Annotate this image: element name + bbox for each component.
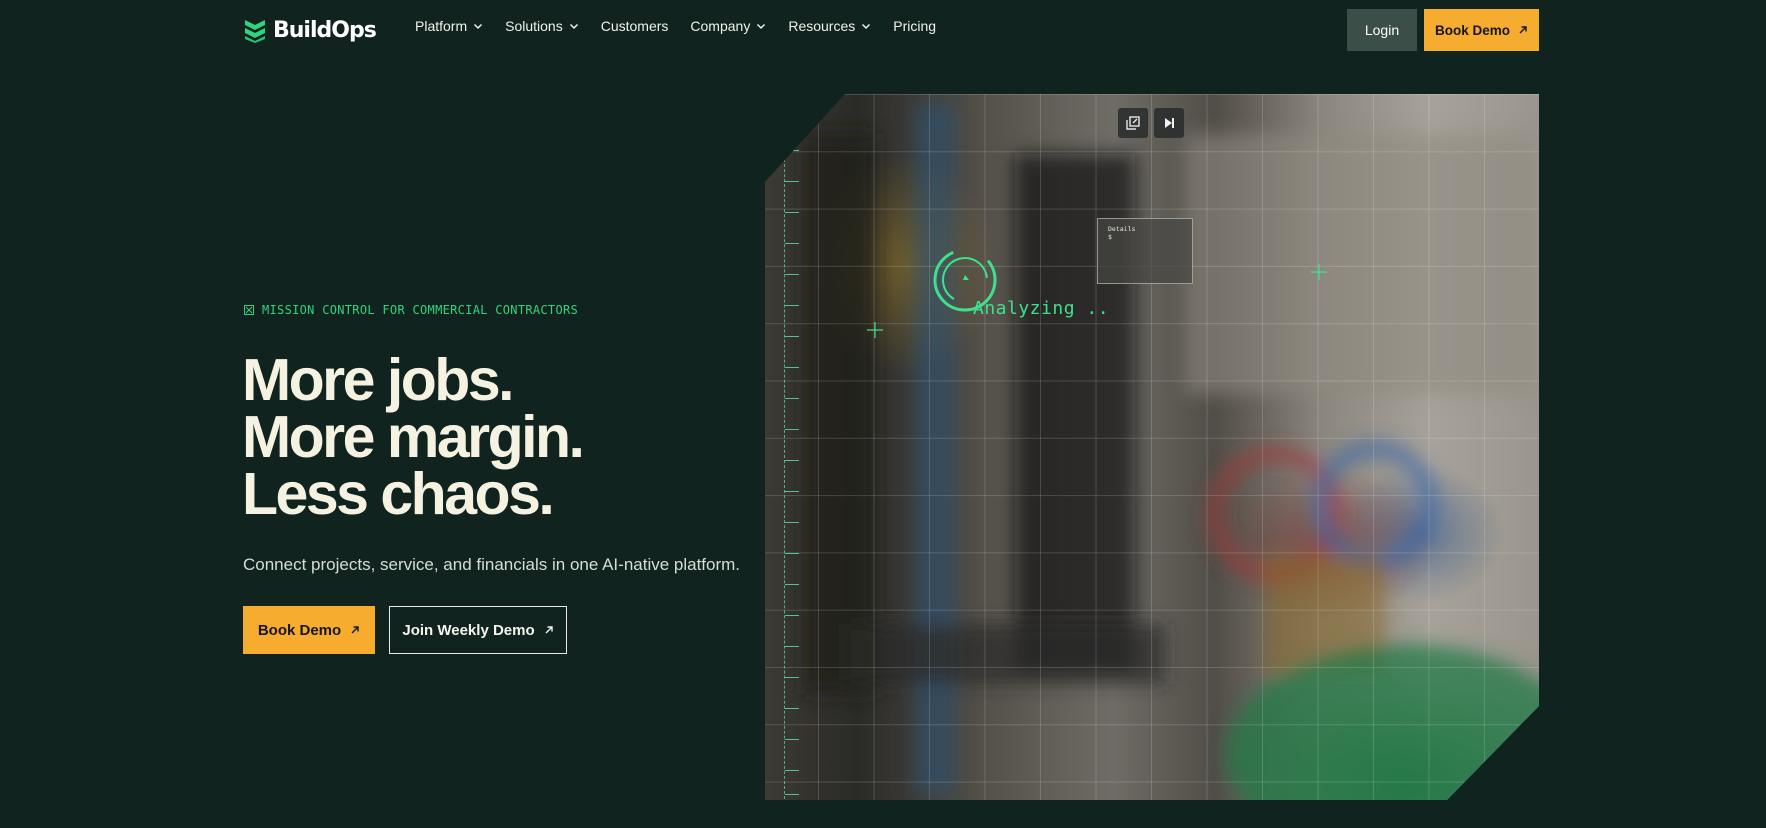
nav-item-label: Resources [788,18,856,34]
headline-line-2: More margin. [242,404,585,470]
hero-headline: More jobs. More margin. Less chaos. [242,347,585,527]
buildops-logo-icon [245,20,265,43]
login-button[interactable]: Login [1347,9,1417,51]
arrow-up-right-icon [351,626,359,634]
details-title: Details [1108,225,1136,233]
nav-item-solutions[interactable]: Solutions [505,18,579,34]
nav-item-label: Solutions [505,18,563,34]
arrow-up-right-icon [1519,26,1527,34]
nav-item-resources[interactable]: Resources [788,18,871,34]
nav-menu: Platform Solutions Customers Company Res… [415,18,958,34]
analyzing-status: Analyzing .. [973,298,1110,319]
chevron-down-icon [757,23,766,30]
crosshair-icon [867,322,883,338]
nav-item-label: Platform [415,18,468,34]
vertical-ruler [784,144,801,800]
nav-book-demo-button[interactable]: Book Demo [1424,9,1539,51]
book-demo-label: Book Demo [1434,22,1510,38]
headline-line-1: More jobs. [242,347,515,413]
nav-item-label: Pricing [893,18,937,34]
target-square-icon [244,305,254,315]
nav-item-company[interactable]: Company [690,18,766,34]
book-demo-label: Book Demo [257,621,342,639]
chevron-down-icon [474,23,483,30]
popout-icon [1126,116,1140,130]
hero-subhead: Connect projects, service, and financial… [243,555,741,574]
headline-line-3: Less chaos. [242,461,555,527]
chevron-down-icon [569,23,578,30]
brand-name: BuildOps [273,17,377,43]
crosshair-icon [1311,264,1327,280]
details-card: Details $ [1097,218,1193,284]
join-weekly-demo-button[interactable]: Join Weekly Demo [389,606,567,654]
details-value: $ [1108,233,1112,241]
top-nav: BuildOps Platform Solutions Customers Co… [0,0,1766,60]
skip-forward-icon [1165,118,1174,128]
join-weekly-demo-label: Join Weekly Demo [402,621,535,639]
eyebrow-text: MISSION CONTROL FOR COMMERCIAL CONTRACTO… [262,303,579,317]
hero-book-demo-button[interactable]: Book Demo [243,606,375,654]
popout-button[interactable] [1118,108,1148,138]
nav-item-customers[interactable]: Customers [601,18,669,34]
nav-item-platform[interactable]: Platform [415,18,483,34]
brand-logo[interactable]: BuildOps [243,17,377,43]
nav-item-pricing[interactable]: Pricing [893,18,936,34]
skip-forward-button[interactable] [1154,108,1184,138]
chevron-down-icon [862,23,871,30]
nav-item-label: Company [690,18,751,34]
nav-item-label: Customers [600,18,669,34]
hero-video-panel[interactable]: Details $ Analyzing .. [765,94,1539,800]
hero-eyebrow: MISSION CONTROL FOR COMMERCIAL CONTRACTO… [244,303,578,317]
arrow-up-right-icon [545,626,553,634]
analysis-grid-overlay [765,94,1539,800]
